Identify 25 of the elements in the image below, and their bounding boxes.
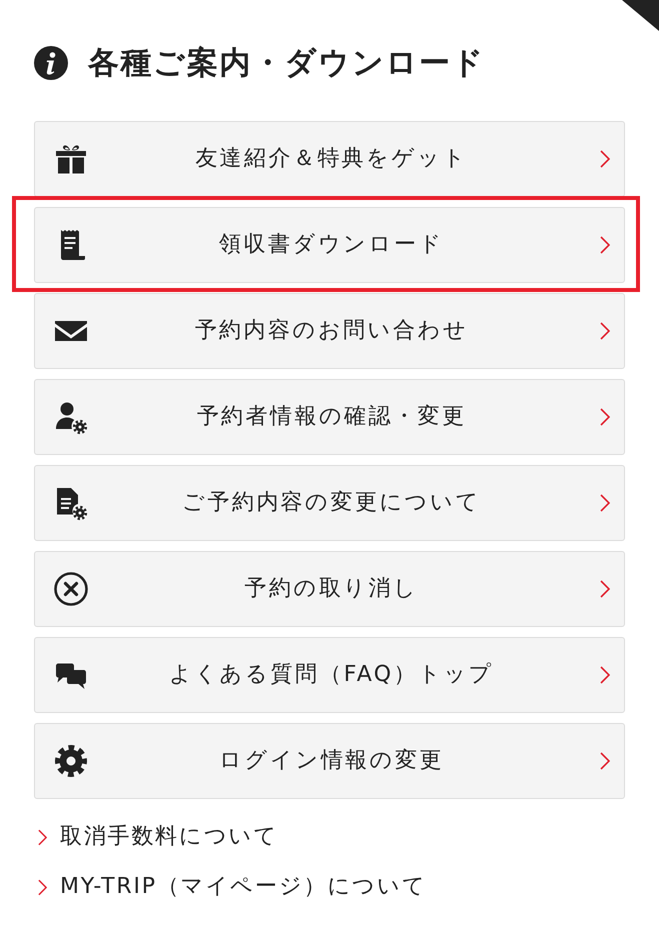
chevron-icon bbox=[600, 494, 610, 512]
menu-button[interactable]: 予約者情報の確認・変更 bbox=[34, 379, 625, 455]
chevron-icon bbox=[600, 580, 610, 598]
chevron-icon bbox=[600, 408, 610, 426]
chevron-icon bbox=[600, 322, 610, 340]
info-icon bbox=[34, 46, 68, 80]
chevron-icon bbox=[38, 878, 47, 896]
menu-button[interactable]: 予約内容のお問い合わせ bbox=[34, 293, 625, 369]
menu-button[interactable]: ログイン情報の変更 bbox=[34, 723, 625, 799]
menu-button[interactable]: よくある質問（FAQ）トップ bbox=[34, 637, 625, 713]
chevron-icon bbox=[600, 150, 610, 168]
text-link[interactable]: 取消手数料について bbox=[34, 820, 278, 854]
circle-x-icon bbox=[53, 571, 89, 607]
chevron-icon bbox=[600, 752, 610, 770]
menu-button[interactable]: 予約の取り消し bbox=[34, 551, 625, 627]
corner-triangle-icon bbox=[622, 0, 659, 31]
menu-button[interactable]: 友達紹介＆特典をゲット bbox=[34, 121, 625, 197]
menu-button[interactable]: 領収書ダウンロード bbox=[34, 207, 625, 283]
menu-button[interactable]: ご予約内容の変更について bbox=[34, 465, 625, 541]
gear-icon bbox=[53, 743, 89, 779]
section-title: 各種ご案内・ダウンロード bbox=[88, 44, 486, 82]
text-link[interactable]: MY-TRIP（マイページ）について bbox=[34, 870, 427, 904]
chevron-icon bbox=[38, 828, 47, 846]
chevron-icon bbox=[600, 236, 610, 254]
chevron-icon bbox=[600, 666, 610, 684]
